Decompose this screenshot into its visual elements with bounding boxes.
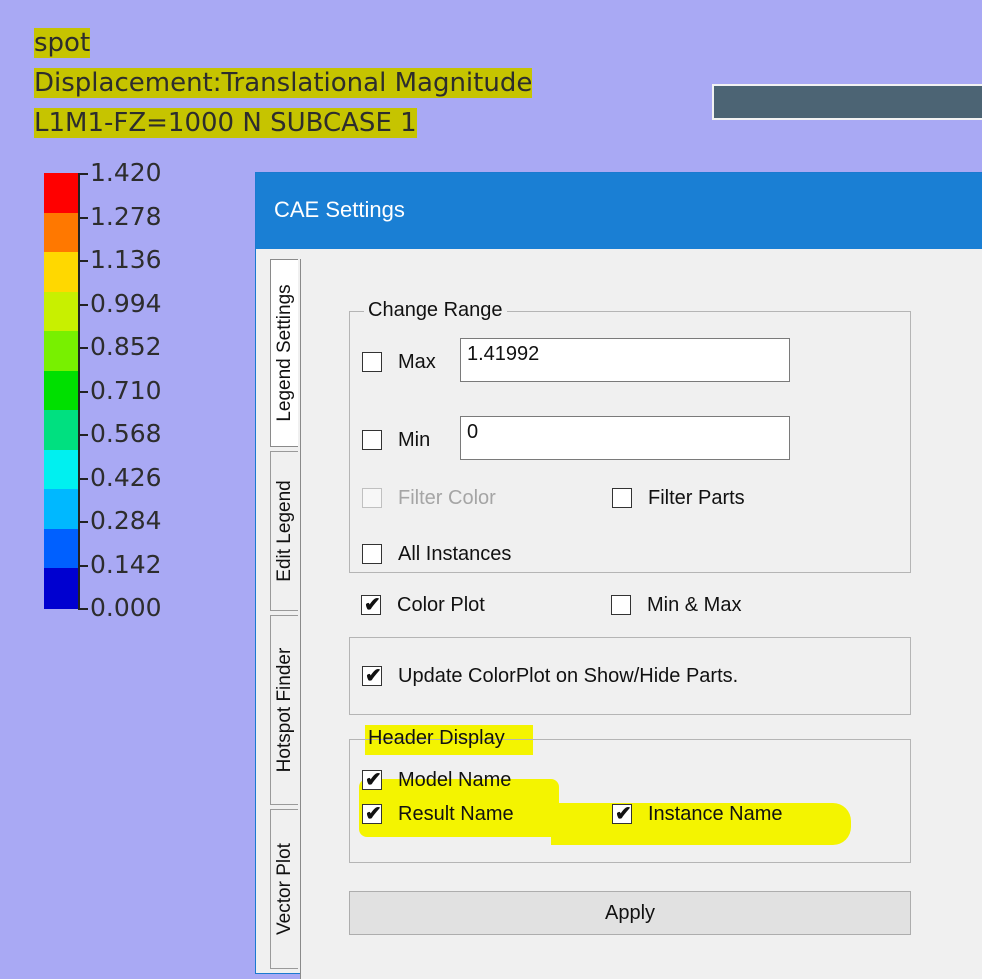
update-colorplot-group: ✔ Update ColorPlot on Show/Hide Parts. (349, 637, 911, 715)
update-colorplot-label: Update ColorPlot on Show/Hide Parts. (398, 665, 739, 687)
legend-label: 1.278 (90, 201, 162, 231)
legend-tick (78, 173, 88, 175)
min-max-label: Min & Max (647, 594, 742, 616)
legend-label: 1.136 (90, 245, 162, 274)
legend-swatch (44, 449, 78, 491)
checkmark-icon: ✔ (365, 769, 382, 791)
header-display-title: Header Display (368, 727, 505, 749)
checkmark-icon: ✔ (365, 665, 382, 687)
min-input[interactable]: 0 (460, 416, 790, 460)
legend-settings-panel: Change Range Max 1.41992 Min 0 Filter Co… (300, 259, 982, 979)
filter-color-checkbox (362, 488, 382, 508)
legend-swatch (44, 252, 78, 293)
legend-swatch (44, 291, 78, 333)
color-plot-checkbox[interactable]: ✔ (361, 594, 381, 616)
legend-tick (78, 521, 88, 523)
legend-swatch (44, 370, 78, 412)
tab-vector-plot[interactable]: Vector Plot (270, 809, 298, 969)
legend-tick (78, 608, 88, 610)
color-plot-label: Color Plot (397, 594, 485, 616)
filter-parts-checkbox[interactable] (612, 488, 632, 508)
min-label: Min (398, 429, 431, 451)
color-legend-bar (44, 173, 78, 609)
legend-swatch (44, 528, 78, 570)
result-name-label: Result Name (398, 803, 514, 825)
legend-label: 0.852 (90, 332, 162, 361)
result-name-checkbox[interactable]: ✔ (362, 803, 382, 825)
header-display-group: Header Display ✔ Model Name ✔ Result Nam… (349, 727, 911, 863)
max-checkbox[interactable] (362, 352, 382, 372)
legend-tick (78, 347, 88, 349)
legend-label: 0.994 (90, 288, 162, 318)
checkmark-icon: ✔ (364, 594, 381, 616)
legend-swatch (44, 212, 78, 254)
legend-label: 0.142 (90, 549, 162, 579)
all-instances-checkbox[interactable] (362, 544, 382, 564)
model-name-checkbox[interactable]: ✔ (362, 769, 382, 791)
dialog-titlebar[interactable]: CAE Settings (256, 173, 982, 249)
cae-settings-dialog: CAE Settings Legend Settings Edit Legend… (255, 172, 982, 979)
tab-legend-settings[interactable]: Legend Settings (270, 259, 298, 447)
legend-swatch (44, 568, 78, 609)
legend-swatch (44, 489, 78, 530)
legend-swatch (44, 173, 78, 214)
legend-label: 0.426 (90, 462, 162, 492)
legend-label: 0.568 (90, 419, 162, 448)
change-range-group: Change Range Max 1.41992 Min 0 Filter Co… (349, 299, 911, 573)
legend-label: 0.284 (90, 506, 162, 535)
legend-swatch (44, 331, 78, 372)
tab-hotspot-finder[interactable]: Hotspot Finder (270, 615, 298, 805)
filter-color-label: Filter Color (398, 487, 496, 509)
filter-parts-label: Filter Parts (648, 487, 745, 509)
legend-tick (78, 303, 88, 306)
header-instance-name: L1M1-FZ=1000 N SUBCASE 1 (34, 108, 417, 138)
legend-tick (78, 216, 88, 219)
min-checkbox[interactable] (362, 430, 382, 450)
legend-label: 0.710 (90, 375, 162, 405)
checkmark-icon: ✔ (615, 803, 632, 825)
dialog-title: CAE Settings (274, 197, 405, 222)
model-name-label: Model Name (398, 769, 512, 791)
header-model-name: spot (34, 28, 91, 58)
max-input[interactable]: 1.41992 (460, 338, 790, 382)
tab-edit-legend[interactable]: Edit Legend (270, 451, 298, 611)
instance-name-checkbox[interactable]: ✔ (612, 803, 632, 825)
apply-button[interactable]: Apply (349, 891, 911, 935)
legend-tick (78, 260, 88, 262)
header-result-name: Displacement:Translational Magnitude (34, 68, 533, 98)
legend-tick (78, 434, 88, 436)
legend-label: 0.000 (90, 593, 162, 622)
all-instances-label: All Instances (398, 543, 512, 565)
update-colorplot-checkbox[interactable]: ✔ (362, 665, 382, 687)
min-max-checkbox[interactable] (611, 595, 631, 615)
vertical-tab-strip: Legend Settings Edit Legend Hotspot Find… (270, 259, 300, 979)
legend-tick (78, 564, 88, 567)
legend-swatch (44, 410, 78, 451)
change-range-title: Change Range (364, 299, 507, 322)
legend-tick (78, 477, 88, 480)
legend-label: 1.420 (90, 158, 162, 187)
viewport-toolbar-bar (712, 84, 982, 120)
instance-name-label: Instance Name (648, 803, 783, 825)
legend-tick (78, 390, 88, 393)
max-label: Max (398, 351, 436, 373)
checkmark-icon: ✔ (365, 803, 382, 825)
